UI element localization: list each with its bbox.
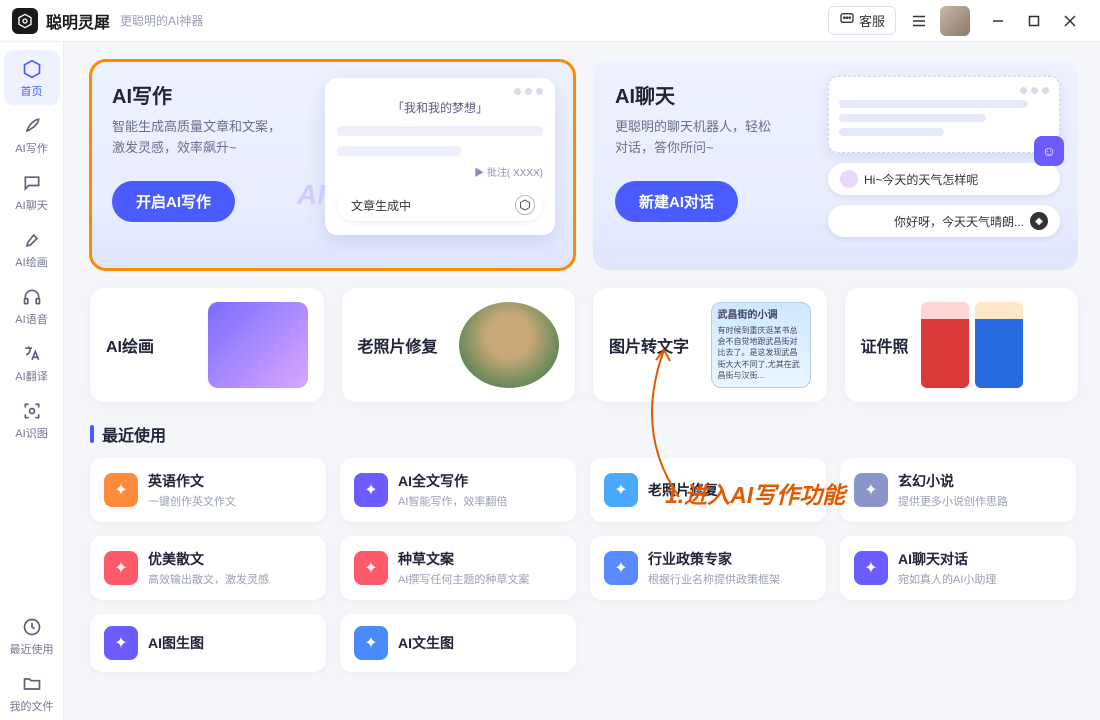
tile-photo-restore[interactable]: 老照片修复	[342, 288, 576, 402]
card-icon: ✦	[354, 551, 388, 585]
sidebar-item-recent[interactable]: 最近使用	[4, 608, 60, 663]
chat-float-icon: ☺	[1034, 136, 1064, 166]
new-ai-chat-button[interactable]: 新建AI对话	[615, 181, 738, 222]
main-content: AI写作 智能生成高质量文章和文案， 激发灵感，效率飙升~ 开启AI写作 AI …	[64, 42, 1100, 720]
hero-ai-write[interactable]: AI写作 智能生成高质量文章和文案， 激发灵感，效率飙升~ 开启AI写作 AI …	[90, 60, 575, 270]
card-title: 种草文案	[398, 549, 529, 569]
card-title: AI全文写作	[398, 471, 507, 491]
recent-card[interactable]: ✦ 老照片修复	[590, 458, 826, 522]
recent-card[interactable]: ✦ 英语作文一键创作英文作文	[90, 458, 326, 522]
card-subtitle: AI智能写作，效率翻倍	[398, 493, 507, 509]
card-title: 优美散文	[148, 549, 269, 569]
card-title: AI文生图	[398, 633, 454, 653]
titlebar: 聪明灵犀 更聪明的AI神器 客服	[0, 0, 1100, 42]
tile-draw-image	[208, 302, 308, 388]
card-subtitle: AI撰写任何主题的种草文案	[398, 571, 529, 587]
recent-card[interactable]: ✦ 种草文案 AI撰写任何主题的种草文案	[340, 536, 576, 600]
recent-card[interactable]: ✦ 玄幻小说提供更多小说创作思路	[840, 458, 1076, 522]
card-subtitle: 一键创作英文作文	[148, 493, 236, 509]
menu-button[interactable]	[904, 6, 934, 36]
tile-restore-image	[459, 302, 559, 388]
chat-mock: ☺ Hi~今天的天气怎样呢 你好呀，今天天气晴朗...◆	[828, 76, 1060, 237]
chat-bubble-bot: 你好呀，今天天气晴朗...◆	[828, 205, 1060, 237]
card-subtitle: 高效输出散文，激发灵感	[148, 571, 269, 587]
sidebar-item-vision[interactable]: AI识图	[4, 392, 60, 447]
recent-card[interactable]: ✦ 行业政策专家根据行业名称提供政策框架	[590, 536, 826, 600]
sidebar-item-voice[interactable]: AI语音	[4, 278, 60, 333]
sidebar-item-home[interactable]: 首页	[4, 50, 60, 105]
recent-card[interactable]: ✦ AI图生图	[90, 614, 326, 672]
sidebar-item-draw[interactable]: AI绘画	[4, 221, 60, 276]
recent-card[interactable]: ✦ AI全文写作 AI智能写作，效率翻倍	[340, 458, 576, 522]
card-subtitle: 宛如真人的AI小助理	[898, 571, 996, 587]
card-title: 行业政策专家	[648, 549, 780, 569]
card-subtitle: 根据行业名称提供政策框架	[648, 571, 780, 587]
clock-icon	[21, 616, 43, 638]
chat-bubble-user: Hi~今天的天气怎样呢	[828, 163, 1060, 195]
card-icon: ✦	[354, 626, 388, 660]
app-title: 聪明灵犀	[46, 9, 110, 33]
card-icon: ✦	[104, 626, 138, 660]
recent-grid: ✦ 英语作文一键创作英文作文 ✦ AI全文写作 AI智能写作，效率翻倍 ✦ 老照片修复 ✦ 玄幻…	[90, 458, 1078, 672]
maximize-button[interactable]	[1016, 6, 1052, 36]
card-icon: ✦	[354, 473, 388, 507]
section-recent-header: 最近使用	[90, 422, 1078, 446]
close-button[interactable]	[1052, 6, 1088, 36]
hero-chat-desc: 更聪明的聊天机器人，轻松 对话，答你所问~	[615, 117, 805, 159]
card-icon: ✦	[604, 473, 638, 507]
card-title: 老照片修复	[648, 480, 718, 500]
card-title: AI聊天对话	[898, 549, 996, 569]
start-ai-write-button[interactable]: 开启AI写作	[112, 181, 235, 222]
sidebar-item-translate[interactable]: AI翻译	[4, 335, 60, 390]
tile-id-image	[921, 302, 1023, 388]
sidebar: 首页 AI写作 AI聊天 AI绘画 AI语音 AI翻译 AI识图 最	[0, 42, 64, 720]
tile-ai-draw[interactable]: AI绘画	[90, 288, 324, 402]
tile-ocr[interactable]: 图片转文字 武昌街的小调 有时候到重庆逛某书总会不自觉地跟武昌街对比去了。是这发…	[593, 288, 827, 402]
brush-icon	[21, 229, 43, 251]
hero-ai-chat[interactable]: AI聊天 更聪明的聊天机器人，轻松 对话，答你所问~ 新建AI对话 ☺ Hi~今…	[593, 60, 1078, 270]
minimize-button[interactable]	[980, 6, 1016, 36]
recent-card[interactable]: ✦ 优美散文高效输出散文，激发灵感	[90, 536, 326, 600]
sidebar-item-chat[interactable]: AI聊天	[4, 164, 60, 219]
hexagon-icon	[515, 195, 535, 215]
recent-card[interactable]: ✦ AI聊天对话宛如真人的AI小助理	[840, 536, 1076, 600]
ai-badge: AI	[297, 179, 325, 211]
user-avatar[interactable]	[940, 6, 970, 36]
card-icon: ✦	[104, 551, 138, 585]
card-title: 英语作文	[148, 471, 236, 491]
tile-ocr-image: 武昌街的小调 有时候到重庆逛某书总会不自觉地跟武昌街对比去了。是这发现武昌街大大…	[711, 302, 811, 388]
card-title: 玄幻小说	[898, 471, 1008, 491]
tile-id-photo[interactable]: 证件照	[845, 288, 1079, 402]
sidebar-item-write[interactable]: AI写作	[4, 107, 60, 162]
chat-bubble-icon	[839, 11, 855, 30]
card-icon: ✦	[854, 551, 888, 585]
headphone-icon	[21, 286, 43, 308]
folder-icon	[21, 673, 43, 695]
translate-icon	[21, 343, 43, 365]
hero-write-desc: 智能生成高质量文章和文案， 激发灵感，效率飙升~	[112, 117, 302, 159]
home-icon	[21, 58, 43, 80]
customer-service-button[interactable]: 客服	[828, 6, 896, 35]
card-icon: ✦	[104, 473, 138, 507]
scan-icon	[21, 400, 43, 422]
card-icon: ✦	[604, 551, 638, 585]
app-subtitle: 更聪明的AI神器	[120, 12, 203, 29]
chat-icon	[21, 172, 43, 194]
card-subtitle: 提供更多小说创作思路	[898, 493, 1008, 509]
app-logo-icon	[12, 8, 38, 34]
feather-icon	[21, 115, 43, 137]
recent-card[interactable]: ✦ AI文生图	[340, 614, 576, 672]
sidebar-item-files[interactable]: 我的文件	[4, 665, 60, 720]
card-title: AI图生图	[148, 633, 204, 653]
card-icon: ✦	[854, 473, 888, 507]
write-mock-window: AI 「我和我的梦想」 ▶ 批注( XXXX) 文章生成中	[325, 78, 555, 235]
